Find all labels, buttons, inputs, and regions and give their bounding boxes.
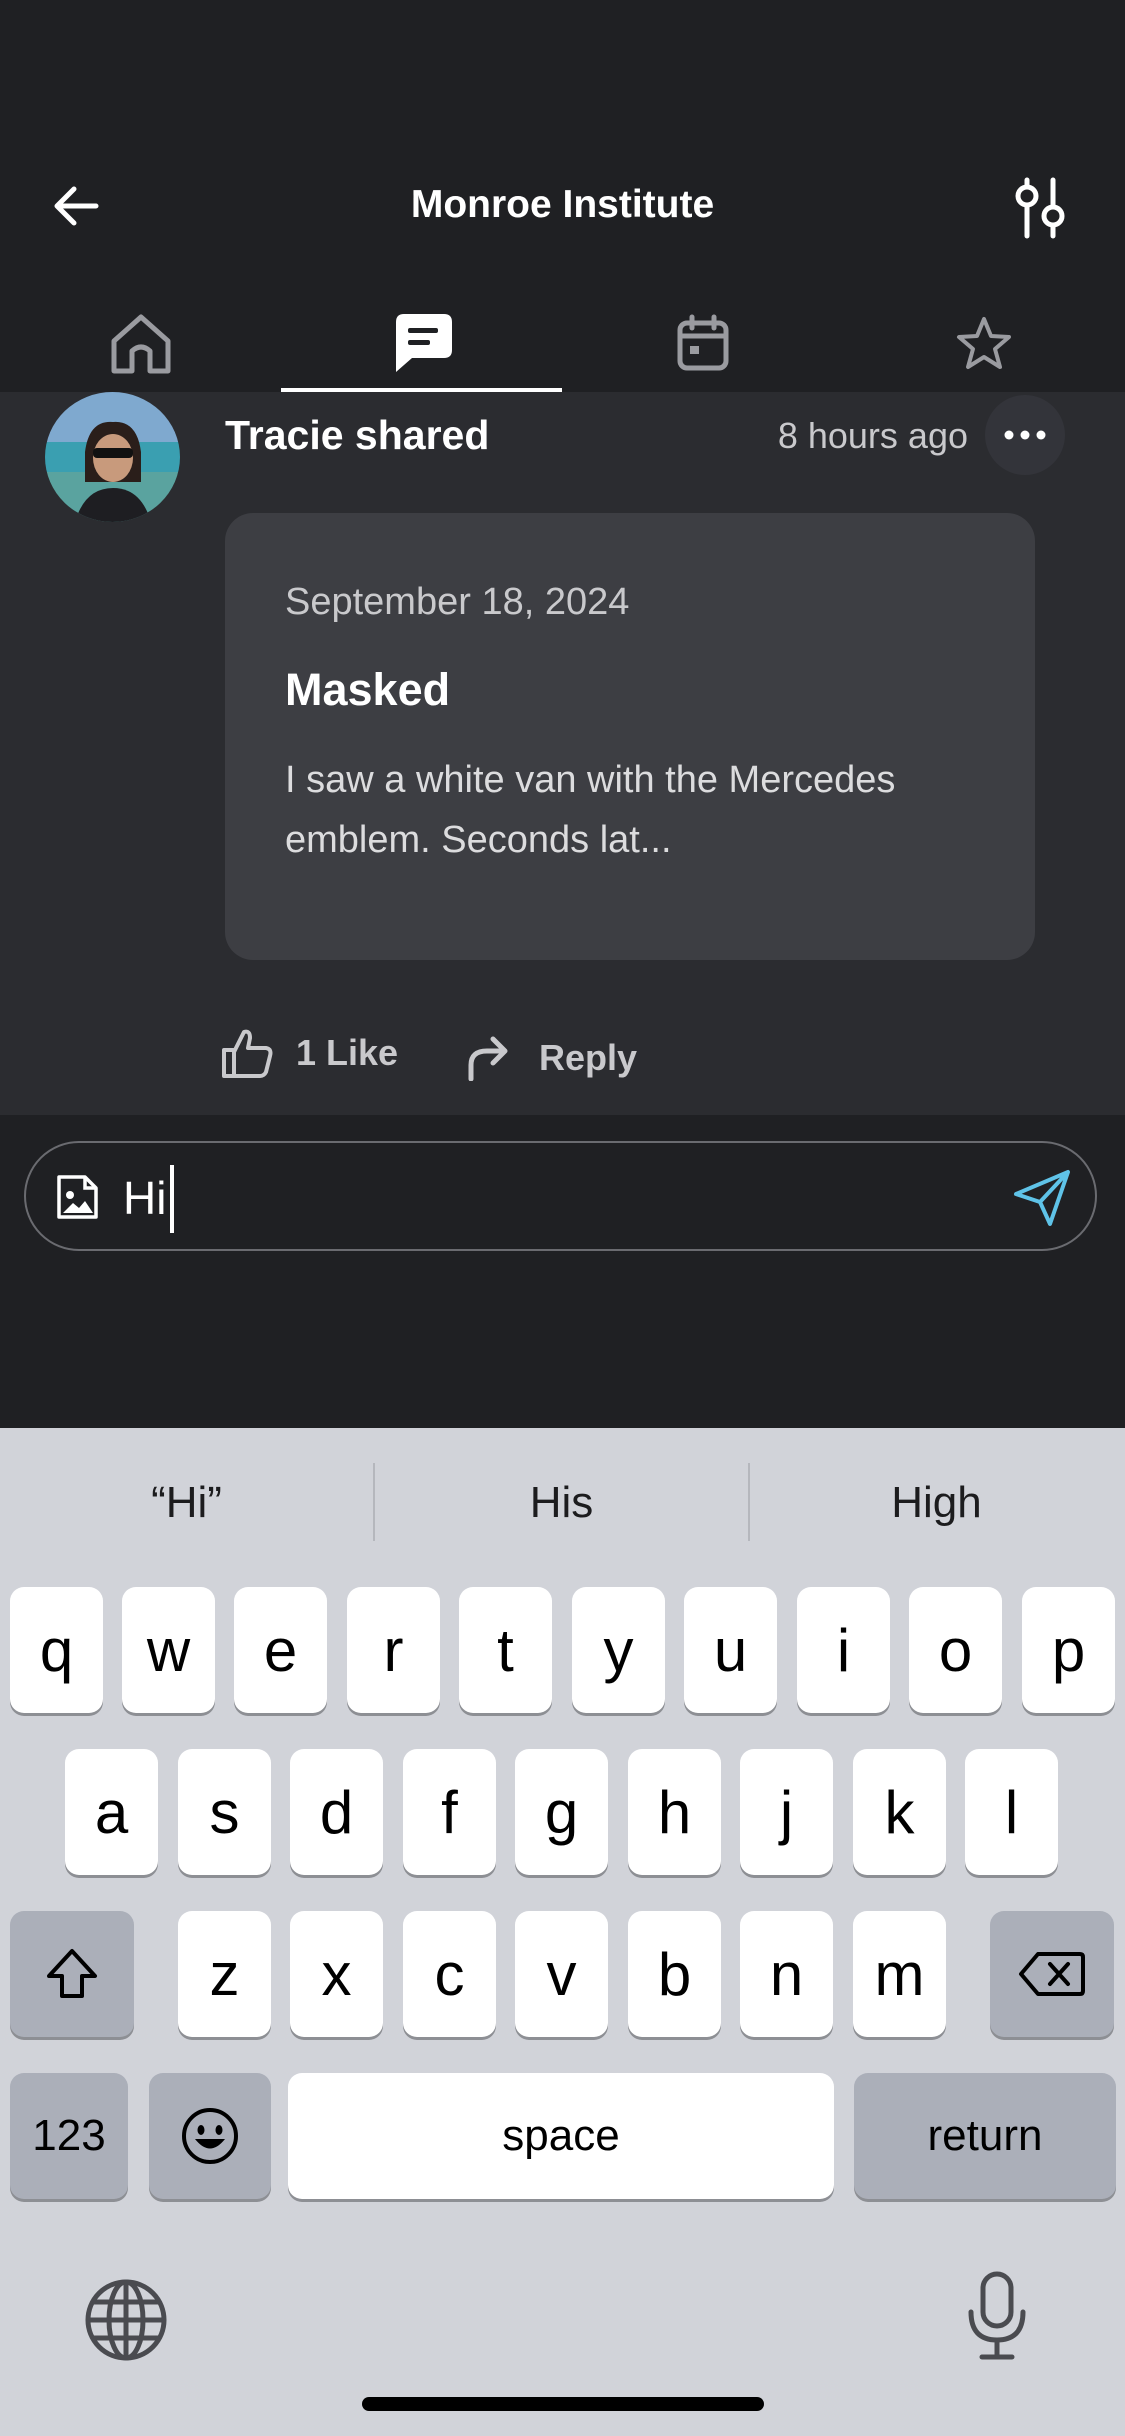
- attach-image-icon[interactable]: [55, 1173, 100, 1221]
- key[interactable]: a: [65, 1749, 158, 1875]
- post-author[interactable]: Tracie shared: [225, 405, 489, 465]
- reply-button[interactable]: Reply: [465, 1025, 637, 1090]
- reply-label: Reply: [539, 1036, 638, 1078]
- shift-icon: [47, 1949, 97, 1998]
- star-icon: [956, 317, 1011, 369]
- suggestion-3[interactable]: High: [750, 1438, 1123, 1568]
- tab-calendar[interactable]: [562, 295, 843, 391]
- key[interactable]: f: [403, 1749, 496, 1875]
- key[interactable]: y: [572, 1587, 665, 1713]
- microphone-icon[interactable]: [966, 2270, 1028, 2362]
- chat-icon: [395, 314, 452, 372]
- comment-input-value[interactable]: Hi: [123, 1168, 166, 1228]
- home-icon: [111, 314, 170, 374]
- key[interactable]: c: [403, 1911, 496, 2037]
- thumbs-up-icon: [222, 1029, 273, 1078]
- key[interactable]: w: [122, 1587, 215, 1713]
- ellipsis-icon: [1004, 430, 1046, 440]
- key[interactable]: n: [740, 1911, 833, 2037]
- backspace-icon: [1019, 1952, 1085, 1996]
- like-count: 1 Like: [296, 1031, 399, 1073]
- comment-input[interactable]: [24, 1141, 1097, 1251]
- emoji-icon: [182, 2108, 238, 2164]
- more-options-button[interactable]: [985, 395, 1065, 475]
- filter-button[interactable]: [1000, 170, 1080, 245]
- globe-icon[interactable]: [84, 2278, 168, 2362]
- key[interactable]: z: [178, 1911, 271, 2037]
- tab-home[interactable]: [0, 295, 281, 391]
- key[interactable]: t: [459, 1587, 552, 1713]
- key[interactable]: k: [853, 1749, 946, 1875]
- delete-key[interactable]: [990, 1911, 1114, 2037]
- sliders-icon: [1015, 177, 1065, 238]
- shift-key[interactable]: [10, 1911, 134, 2037]
- reply-arrow-icon: [468, 1036, 508, 1081]
- emoji-key[interactable]: [149, 2073, 271, 2199]
- key[interactable]: m: [853, 1911, 946, 2037]
- card-title: Masked: [285, 664, 451, 715]
- key[interactable]: u: [684, 1587, 777, 1713]
- key[interactable]: v: [515, 1911, 608, 2037]
- key[interactable]: d: [290, 1749, 383, 1875]
- post-timestamp: 8 hours ago: [777, 415, 968, 456]
- key[interactable]: h: [628, 1749, 721, 1875]
- calendar-icon: [677, 314, 728, 371]
- key[interactable]: j: [740, 1749, 833, 1875]
- text-caret: [170, 1165, 174, 1233]
- key[interactable]: x: [290, 1911, 383, 2037]
- suggestion-1[interactable]: “Hi”: [0, 1438, 373, 1568]
- key[interactable]: r: [347, 1587, 440, 1713]
- key[interactable]: o: [909, 1587, 1002, 1713]
- key[interactable]: p: [1022, 1587, 1115, 1713]
- suggestion-2[interactable]: His: [375, 1438, 748, 1568]
- space-key[interactable]: space: [288, 2073, 834, 2199]
- key[interactable]: b: [628, 1911, 721, 2037]
- key[interactable]: s: [178, 1749, 271, 1875]
- key[interactable]: q: [10, 1587, 103, 1713]
- key[interactable]: g: [515, 1749, 608, 1875]
- key[interactable]: e: [234, 1587, 327, 1713]
- return-key[interactable]: return: [854, 2073, 1116, 2199]
- home-indicator[interactable]: [362, 2397, 764, 2411]
- tab-favorites[interactable]: [843, 295, 1124, 391]
- avatar[interactable]: [45, 392, 180, 522]
- tab-chat[interactable]: [281, 295, 562, 391]
- key[interactable]: i: [797, 1587, 890, 1713]
- page-title: Monroe Institute: [410, 183, 715, 226]
- card-excerpt: I saw a white van with the Mercedes embl…: [285, 759, 896, 861]
- numbers-key[interactable]: 123: [10, 2073, 128, 2199]
- key[interactable]: l: [965, 1749, 1058, 1875]
- send-icon[interactable]: [1012, 1168, 1072, 1228]
- card-date: September 18, 2024: [285, 581, 630, 623]
- like-button[interactable]: 1 Like: [220, 1020, 398, 1085]
